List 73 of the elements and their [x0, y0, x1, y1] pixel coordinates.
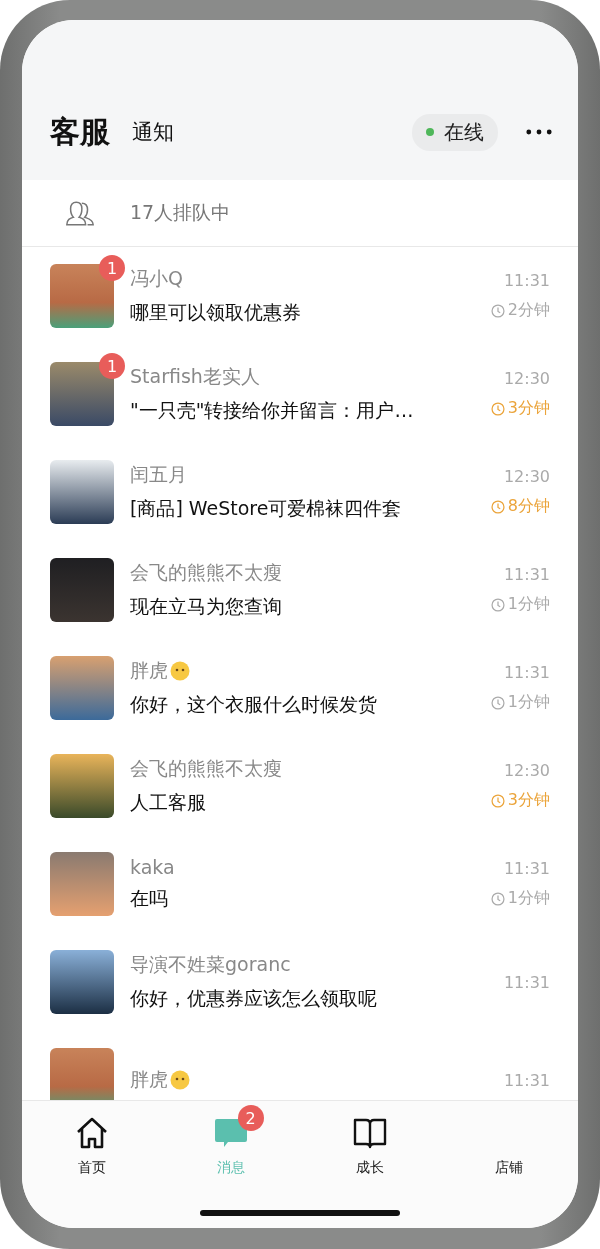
- message-time: 11:31: [503, 271, 550, 290]
- wait-time: 3分钟: [490, 790, 550, 811]
- conversation-row[interactable]: 导演不姓菜goranc 你好，优惠券应该怎么领取呢 11:31: [22, 933, 578, 1031]
- message-time: 12:30: [503, 761, 550, 780]
- customer-name: 会飞的熊熊不太瘦: [130, 756, 282, 781]
- last-message: 人工客服: [130, 790, 207, 815]
- tab-bar-item[interactable]: 店铺: [439, 1101, 578, 1228]
- customer-name: 闰五月: [130, 462, 187, 487]
- conversation-row[interactable]: kaka 在吗 11:31 1分钟: [22, 835, 578, 933]
- unread-badge: 2: [237, 1105, 264, 1131]
- customer-name: Starfish老实人: [130, 364, 260, 389]
- unread-badge: 1: [99, 353, 125, 379]
- unread-badge: 1: [99, 255, 125, 281]
- people-icon: [64, 199, 96, 227]
- book-icon: [352, 1117, 387, 1149]
- clock-icon: [490, 499, 505, 514]
- avatar-photo-placeholder: [50, 852, 114, 916]
- avatar-photo-placeholder: [50, 656, 114, 720]
- clock-icon: [490, 303, 505, 318]
- clock-icon: [490, 401, 505, 416]
- last-message: 你好，这个衣服什么时候发货: [130, 692, 378, 717]
- avatar-photo-placeholder: [50, 460, 114, 524]
- customer-name: 会飞的熊熊不太瘦: [130, 560, 282, 585]
- wait-time: 8分钟: [490, 496, 550, 517]
- wait-time: 1分钟: [490, 692, 550, 713]
- conversation-row[interactable]: 胖虎 11:31: [22, 1031, 578, 1100]
- conversation-row[interactable]: 闰五月 [商品] WeStore可爱棉袜四件套 12:30 8分钟: [22, 443, 578, 541]
- message-time: 11:31: [503, 1070, 550, 1090]
- avatar-photo-placeholder: [50, 558, 114, 622]
- message-time: 12:30: [503, 467, 550, 486]
- customer-name: kaka: [130, 856, 175, 878]
- last-message: 在吗: [130, 886, 169, 911]
- avatar-photo-placeholder: [50, 362, 114, 426]
- chat-bubble-icon: [213, 1117, 248, 1149]
- queue-count: 17人排队中: [130, 200, 231, 225]
- status-pill[interactable]: 在线: [412, 113, 498, 151]
- clock-icon: [490, 793, 505, 808]
- wait-time: 1分钟: [490, 888, 550, 909]
- wait-time: 1分钟: [490, 594, 550, 615]
- last-message: 现在立马为您查询: [130, 594, 283, 619]
- message-time: 11:31: [503, 663, 550, 682]
- message-time: 11:31: [503, 859, 550, 878]
- customer-name: 冯小Q: [130, 266, 183, 291]
- last-message: 你好，优惠券应该怎么领取呢: [130, 986, 378, 1011]
- status-label: 在线: [444, 118, 484, 146]
- last-message: [商品] WeStore可爱棉袜四件套: [130, 496, 403, 521]
- avatar-photo-placeholder: [50, 950, 114, 1014]
- more-icon[interactable]: [526, 129, 552, 135]
- wait-time: 3分钟: [490, 398, 550, 419]
- message-time: 11:31: [503, 565, 550, 584]
- conversation-row[interactable]: 会飞的熊熊不太瘦 人工客服 12:30 3分钟: [22, 737, 578, 835]
- clock-icon: [490, 695, 505, 710]
- avatar-photo-placeholder: [50, 754, 114, 818]
- tab-bar-item[interactable]: 成长: [300, 1101, 439, 1228]
- wait-time: 2分钟: [490, 300, 550, 321]
- conversation-row[interactable]: 会飞的熊熊不太瘦 现在立马为您查询 11:31 1分钟: [22, 541, 578, 639]
- clock-icon: [490, 891, 505, 906]
- conversation-row[interactable]: 1 Starfish老实人 "一只壳"转接给你并留言：用户… 12:30 3分钟: [22, 345, 578, 443]
- customer-name: 胖虎: [130, 658, 168, 683]
- avatar-photo-placeholder: [50, 1048, 114, 1100]
- conversation-row[interactable]: 1 冯小Q 哪里可以领取优惠券 11:31 2分钟: [22, 247, 578, 345]
- tab-bar-item[interactable]: 首页: [22, 1101, 161, 1228]
- avatar-photo-placeholder: [50, 264, 114, 328]
- message-time: 12:30: [503, 369, 550, 388]
- page-title: 客服: [50, 112, 110, 151]
- conversation-row[interactable]: 胖虎 你好，这个衣服什么时候发货 11:31 1分钟: [22, 639, 578, 737]
- last-message: "一只壳"转接给你并留言：用户…: [130, 398, 415, 423]
- customer-name: 导演不姓菜goranc: [130, 952, 291, 977]
- customer-name: 胖虎: [130, 1067, 168, 1092]
- last-message: 哪里可以领取优惠券: [130, 300, 302, 325]
- notice-tab[interactable]: 通知: [132, 118, 174, 146]
- clock-icon: [490, 597, 505, 612]
- message-time: 11:31: [503, 972, 550, 992]
